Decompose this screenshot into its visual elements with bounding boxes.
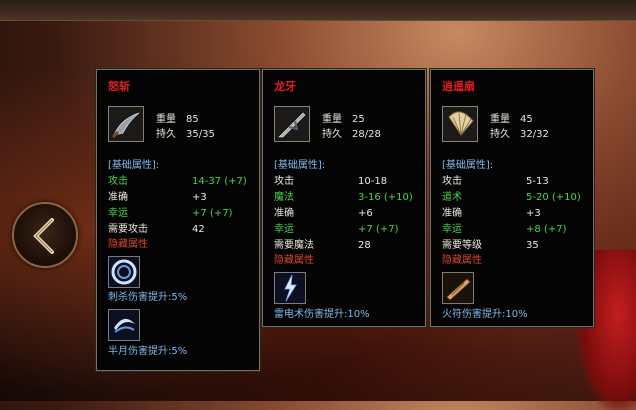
durability-label: 持久 [156, 129, 176, 140]
base-attributes-heading: [基础属性]: [274, 160, 326, 171]
hidden-attributes-label: 隐藏属性 [442, 255, 482, 266]
weight-value: 45 [520, 114, 533, 125]
item-name: 逍遥扇 [442, 80, 475, 93]
hidden-attributes-label: 隐藏属性 [274, 255, 314, 266]
weight-label: 重量 [156, 114, 176, 125]
weight-row: 重量 85 [156, 112, 199, 128]
previous-arrow-button[interactable] [12, 202, 78, 268]
base-attributes-heading: [基础属性]: [108, 160, 160, 171]
item-name: 怒斩 [108, 80, 130, 93]
durability-row: 持久 28/28 [322, 127, 381, 143]
base-attributes-heading: [基础属性]: [442, 160, 494, 171]
sword-icon [108, 106, 144, 142]
fan-icon [442, 106, 478, 142]
skill-bonus-text: 刺杀伤害提升:5% [108, 292, 188, 303]
item-card-xiaoyaoshan: 逍遥扇 重量 45 持久 32/32 [基础属性]: 攻击 5-13 道术 5-… [429, 68, 595, 328]
thrust-slash-skill-icon [108, 256, 140, 288]
durability-label: 持久 [490, 129, 510, 140]
dragon-fang-sword-icon [274, 106, 310, 142]
chevron-left-icon [33, 218, 54, 254]
skill-bonus-text: 雷电术伤害提升:10% [274, 309, 370, 320]
durability-row: 持久 32/32 [490, 127, 549, 143]
durability-value: 28/28 [352, 129, 381, 140]
durability-value: 35/35 [186, 129, 215, 140]
weight-label: 重量 [490, 114, 510, 125]
weight-label: 重量 [322, 114, 342, 125]
durability-value: 32/32 [520, 129, 549, 140]
half-moon-skill-icon [108, 309, 140, 341]
weight-value: 85 [186, 114, 199, 125]
durability-label: 持久 [322, 129, 342, 140]
skill-bonus-text: 半月伤害提升:5% [108, 346, 188, 357]
durability-row: 持久 35/35 [156, 127, 215, 143]
item-card-nuzhan: 怒斩 重量 85 持久 35/35 [基础属性]: 攻击 14-37 (+7) … [95, 68, 261, 372]
weight-row: 重量 45 [490, 112, 533, 128]
hidden-attributes-label: 隐藏属性 [108, 239, 148, 250]
item-name: 龙牙 [274, 80, 296, 93]
weight-row: 重量 25 [322, 112, 365, 128]
weight-value: 25 [352, 114, 365, 125]
item-card-longya: 龙牙 重量 25 持久 28/28 [基础属性]: 攻击 10-18 魔法 3-… [261, 68, 427, 328]
lightning-skill-icon [274, 272, 306, 304]
fire-talisman-skill-icon [442, 272, 474, 304]
skill-bonus-text: 火符伤害提升:10% [442, 309, 528, 320]
top-frame-bar [0, 0, 636, 21]
